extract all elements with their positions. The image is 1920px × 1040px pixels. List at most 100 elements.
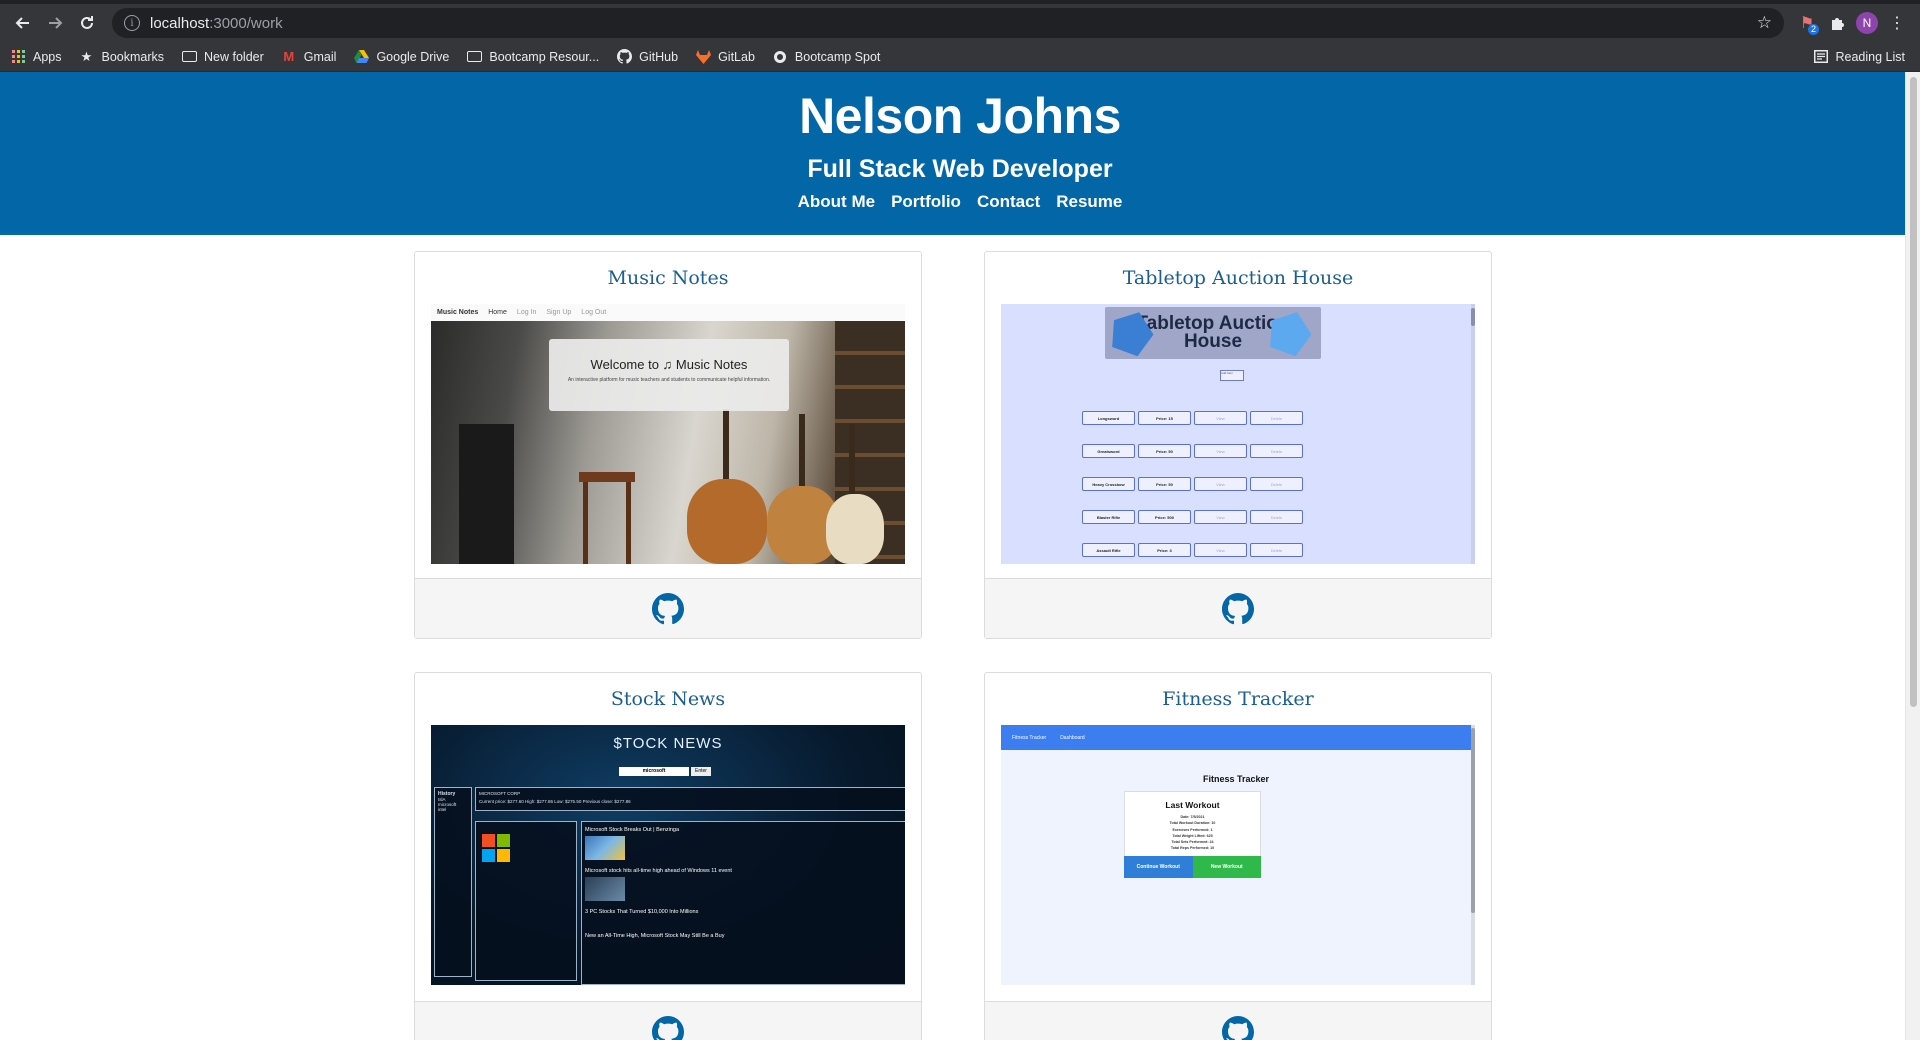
github-icon[interactable] bbox=[1222, 1015, 1254, 1040]
articles-panel: Microsoft Stock Breaks Out | Benzinga Mi… bbox=[581, 821, 905, 985]
back-button[interactable] bbox=[8, 8, 38, 38]
history-panel: History tslA microsoft intel bbox=[434, 787, 472, 977]
project-title[interactable]: Tabletop Auction House bbox=[985, 252, 1491, 304]
github-icon[interactable] bbox=[1222, 592, 1254, 625]
project-title[interactable]: Fitness Tracker bbox=[985, 673, 1491, 725]
gitlab-icon bbox=[695, 49, 711, 65]
nav-contact[interactable]: Contact bbox=[977, 192, 1040, 212]
bookmark-label: GitLab bbox=[718, 49, 755, 64]
history-item: intel bbox=[438, 807, 447, 812]
fitness-nav-brand: Fitness Tracker bbox=[1012, 734, 1047, 741]
mn-nav-item: Log In bbox=[516, 309, 537, 316]
item-name: Heavy Crossbow bbox=[1082, 477, 1135, 491]
apps-grid-icon bbox=[10, 49, 26, 65]
mn-nav-item: Music Notes bbox=[437, 309, 479, 316]
amp-shape bbox=[459, 424, 514, 564]
url-host: localhost bbox=[150, 14, 210, 32]
bookmark-apps[interactable]: Apps bbox=[10, 49, 62, 65]
extensions-puzzle-button[interactable] bbox=[1822, 8, 1852, 38]
microsoft-logo bbox=[482, 834, 510, 862]
nav-portfolio[interactable]: Portfolio bbox=[891, 192, 961, 212]
profile-button[interactable]: N bbox=[1852, 8, 1882, 38]
item-name: Longsword bbox=[1082, 411, 1135, 425]
item-price: Price: 3 bbox=[1138, 543, 1191, 557]
site-header: Nelson Johns Full Stack Web Developer Ab… bbox=[0, 72, 1920, 235]
auction-row: Greatsword Price: 50 View Delete bbox=[1082, 444, 1303, 458]
article-headline: Microsoft Stock Breaks Out | Benzinga bbox=[585, 827, 680, 833]
reading-list-button[interactable]: Reading List bbox=[1813, 49, 1905, 65]
item-name: Greatsword bbox=[1082, 444, 1135, 458]
view-button: View bbox=[1194, 411, 1247, 425]
article-thumbnail bbox=[585, 877, 625, 901]
reading-list-icon bbox=[1813, 49, 1829, 65]
project-title[interactable]: Music Notes bbox=[415, 252, 921, 304]
address-bar[interactable]: i localhost:3000/work ☆ bbox=[112, 8, 1784, 38]
item-price: Price: 500 bbox=[1138, 510, 1191, 524]
site-nav: About Me Portfolio Contact Resume bbox=[0, 192, 1920, 212]
bookmark-star-icon[interactable]: ☆ bbox=[1757, 13, 1772, 33]
bookmark-bootcamp-resources[interactable]: Bootcamp Resour... bbox=[466, 49, 599, 65]
bookmarks-bar: Apps ★ Bookmarks New folder M Gmail Goog… bbox=[0, 42, 1920, 72]
kebab-menu-icon: ⋮ bbox=[1889, 15, 1905, 32]
forward-arrow-icon bbox=[49, 17, 63, 29]
company-logo-panel bbox=[475, 821, 577, 981]
mn-nav-item: Log Out bbox=[581, 309, 607, 316]
desk-shape bbox=[579, 472, 635, 482]
bookmark-label: New folder bbox=[204, 49, 264, 64]
nav-resume[interactable]: Resume bbox=[1056, 192, 1122, 212]
extension-button[interactable]: ⚑ 2 bbox=[1792, 8, 1822, 38]
nav-about-me[interactable]: About Me bbox=[798, 192, 875, 212]
bookmark-github[interactable]: GitHub bbox=[616, 49, 678, 65]
back-arrow-icon bbox=[15, 17, 29, 29]
welcome-subtitle: An interactive platform for music teache… bbox=[567, 377, 771, 383]
workout-buttons: Continue Workout New Workout bbox=[1124, 856, 1261, 878]
page-scrollbar[interactable] bbox=[1905, 72, 1920, 1040]
project-screenshot[interactable]: Fitness Tracker Dashboard Fitness Tracke… bbox=[1001, 725, 1475, 985]
bookmark-label: GitHub bbox=[639, 49, 679, 64]
card-footer bbox=[985, 578, 1491, 638]
bookmark-bookmarks[interactable]: ★ Bookmarks bbox=[79, 48, 165, 65]
folder-icon bbox=[181, 49, 197, 65]
welcome-jumbotron: Welcome to ♫ Music Notes An interactive … bbox=[549, 339, 789, 411]
bookmark-bootcamp-spot[interactable]: Bootcamp Spot bbox=[772, 49, 880, 65]
star-icon: ★ bbox=[80, 48, 93, 64]
add-item-button: Add Item bbox=[1220, 370, 1244, 381]
google-drive-icon bbox=[353, 49, 369, 65]
mn-nav-item: Home bbox=[488, 309, 507, 316]
bookmark-label: Bookmarks bbox=[101, 49, 165, 64]
github-icon[interactable] bbox=[652, 592, 684, 625]
bookmark-label: Apps bbox=[33, 49, 62, 64]
item-name: Blaster Rifle bbox=[1082, 510, 1135, 524]
bookmark-gitlab[interactable]: GitLab bbox=[695, 49, 755, 65]
page-scrollbar-thumb[interactable] bbox=[1910, 77, 1917, 707]
bookmark-new-folder[interactable]: New folder bbox=[181, 49, 264, 65]
project-screenshot[interactable]: Tabletop Auction House Add Item Longswor… bbox=[1001, 304, 1475, 564]
github-icon bbox=[616, 49, 632, 65]
folder-icon bbox=[466, 49, 482, 65]
browser-toolbar: i localhost:3000/work ☆ ⚑ 2 N ⋮ bbox=[0, 4, 1920, 42]
welcome-heading: Welcome to ♫ Music Notes bbox=[590, 357, 748, 372]
forward-button[interactable] bbox=[40, 8, 70, 38]
project-title[interactable]: Stock News bbox=[415, 673, 921, 725]
gmail-icon: M bbox=[283, 49, 295, 64]
stock-news-title: $TOCK NEWS bbox=[613, 735, 723, 752]
article-thumbnail bbox=[585, 836, 625, 860]
site-info-icon[interactable]: i bbox=[124, 15, 140, 31]
project-screenshot[interactable]: $TOCK NEWS microsoft Enter History tslA … bbox=[431, 725, 905, 985]
extension-badge: 2 bbox=[1807, 24, 1819, 35]
menu-button[interactable]: ⋮ bbox=[1882, 8, 1912, 38]
project-card-tabletop-auction-house: Tabletop Auction House Tabletop Auction … bbox=[984, 251, 1492, 639]
view-button: View bbox=[1194, 543, 1247, 557]
company-panel: MICROSOFT CORP Current price: $277.60 Hi… bbox=[475, 787, 905, 811]
project-screenshot[interactable]: Music Notes Home Log In Sign Up Log Out … bbox=[431, 304, 905, 564]
bookmark-gmail[interactable]: M Gmail bbox=[281, 49, 336, 65]
project-card-fitness-tracker: Fitness Tracker Fitness Tracker Dashboar… bbox=[984, 672, 1492, 1040]
view-button: View bbox=[1194, 477, 1247, 491]
view-button: View bbox=[1194, 510, 1247, 524]
github-icon[interactable] bbox=[652, 1015, 684, 1040]
bookmark-google-drive[interactable]: Google Drive bbox=[353, 49, 449, 65]
view-button: View bbox=[1194, 444, 1247, 458]
workout-stat: Total Reps Performed: 10 bbox=[1170, 846, 1215, 851]
bookmark-label: Google Drive bbox=[376, 49, 450, 64]
reload-button[interactable] bbox=[72, 8, 102, 38]
